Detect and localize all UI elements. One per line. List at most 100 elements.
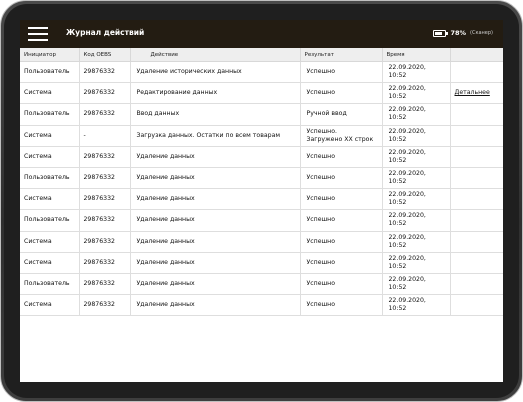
cell-result: Успешно. Загружено XX строк <box>300 125 383 147</box>
cell-time: 22.09.2020, 10:52 <box>382 167 451 190</box>
cell-initiator: Система <box>20 125 80 147</box>
column-header-initiator[interactable]: Инициатор <box>20 48 80 62</box>
cell-action: Удаление данных <box>130 273 301 296</box>
cell-extra <box>450 61 503 84</box>
cell-initiator: Система <box>20 231 80 253</box>
cell-code: - <box>79 125 131 147</box>
hamburger-menu-icon[interactable] <box>28 25 48 43</box>
table-header-row: Инициатор Код OEBS Действие Результат Вр… <box>20 48 503 62</box>
battery-percent: 78% <box>450 29 466 37</box>
cell-code: 29876332 <box>79 209 131 232</box>
cell-action: Загрузка данных. Остатки по всем товарам <box>130 125 301 147</box>
cell-result: Успешно <box>300 146 383 168</box>
cell-initiator: Система <box>20 252 80 274</box>
cell-initiator: Пользователь <box>20 209 80 232</box>
cell-time: 22.09.2020, 10:52 <box>382 273 451 296</box>
cell-extra <box>450 146 503 168</box>
column-header-action[interactable]: Действие <box>130 48 301 62</box>
cell-action: Ввод данных <box>130 103 301 126</box>
cell-action: Удаление данных <box>130 146 301 168</box>
cell-action: Удаление данных <box>130 231 301 253</box>
cell-result: Успешно <box>300 209 383 232</box>
cell-extra <box>450 188 503 211</box>
result-detail-line: Загружено XX строк <box>306 135 374 143</box>
table-row[interactable]: Пользователь 29876332 Удаление данных Успеш… <box>20 273 503 296</box>
cell-extra: Детальнее <box>450 82 503 105</box>
cell-extra <box>450 209 503 232</box>
cell-initiator: Система <box>20 82 80 105</box>
cell-action: Удаление исторических данных <box>130 61 301 84</box>
column-header-time[interactable]: Время <box>382 48 451 62</box>
cell-result: Успешно <box>300 82 383 105</box>
cell-result: Успешно <box>300 61 383 84</box>
cell-code: 29876332 <box>79 167 131 190</box>
actions-log-table: Инициатор Код OEBS Действие Результат Вр… <box>20 48 503 317</box>
cell-time: 22.09.2020, 10:52 <box>382 209 451 232</box>
page-title: Журнал действий <box>66 28 145 37</box>
cell-time: 22.09.2020, 10:52 <box>382 103 451 126</box>
table-row[interactable]: Система 29876332 Удаление данных Успешно 22.… <box>20 252 503 274</box>
table-row[interactable]: Система 29876332 Удаление данных Успешно 22.… <box>20 294 503 317</box>
cell-initiator: Пользователь <box>20 167 80 190</box>
cell-initiator: Пользователь <box>20 61 80 84</box>
cell-time: 22.09.2020, 10:52 <box>382 146 451 168</box>
app-screen: Журнал действий 78% (Сканер) Инициатор К… <box>20 20 503 382</box>
cell-extra <box>450 252 503 274</box>
cell-extra <box>450 167 503 190</box>
column-header-code[interactable]: Код OEBS <box>79 48 131 62</box>
cell-time: 22.09.2020, 10:52 <box>382 294 451 317</box>
cell-action: Удаление данных <box>130 188 301 211</box>
cell-time: 22.09.2020, 10:52 <box>382 231 451 253</box>
cell-initiator: Система <box>20 294 80 317</box>
cell-extra <box>450 125 503 147</box>
table-row[interactable]: Система - Загрузка данных. Остатки по всем… <box>20 125 503 147</box>
cell-code: 29876332 <box>79 273 131 296</box>
cell-initiator: Система <box>20 146 80 168</box>
cell-time: 22.09.2020, 10:52 <box>382 252 451 274</box>
table-row[interactable]: Система 29876332 Удаление данных Успешно 22.… <box>20 231 503 253</box>
cell-initiator: Пользователь <box>20 103 80 126</box>
table-row[interactable]: Система 29876332 Редактирование данных Успе… <box>20 82 503 105</box>
cell-result: Ручной ввод <box>300 103 383 126</box>
cell-result: Успешно <box>300 231 383 253</box>
battery-note: (Сканер) <box>470 30 493 36</box>
cell-time: 22.09.2020, 10:52 <box>382 61 451 84</box>
details-link[interactable]: Детальнее <box>455 89 490 96</box>
cell-result: Успешно <box>300 273 383 296</box>
cell-extra <box>450 231 503 253</box>
cell-code: 29876332 <box>79 103 131 126</box>
cell-extra <box>450 103 503 126</box>
table-row[interactable]: Система 29876332 Удаление данных Успешно 22.… <box>20 146 503 168</box>
cell-initiator: Система <box>20 188 80 211</box>
table-row[interactable]: Пользователь 29876332 Удаление исторически… <box>20 61 503 84</box>
battery-icon <box>433 29 449 37</box>
top-bar: Журнал действий 78% (Сканер) <box>20 20 503 48</box>
cell-result: Успешно <box>300 167 383 190</box>
cell-action: Удаление данных <box>130 209 301 232</box>
column-header-result[interactable]: Результат <box>300 48 383 62</box>
table-row[interactable]: Система 29876332 Удаление данных Успешно 22.… <box>20 188 503 211</box>
cell-action: Редактирование данных <box>130 82 301 105</box>
cell-result: Успешно <box>300 294 383 317</box>
cell-time: 22.09.2020, 10:52 <box>382 82 451 105</box>
cell-time: 22.09.2020, 10:52 <box>382 125 451 147</box>
table-row[interactable]: Пользователь 29876332 Удаление данных Успеш… <box>20 167 503 190</box>
cell-action: Удаление данных <box>130 167 301 190</box>
cell-initiator: Пользователь <box>20 273 80 296</box>
cell-code: 29876332 <box>79 231 131 253</box>
cell-action: Удаление данных <box>130 294 301 317</box>
result-line: Успешно. <box>306 127 337 135</box>
cell-code: 29876332 <box>79 61 131 84</box>
cell-code: 29876332 <box>79 82 131 105</box>
cell-code: 29876332 <box>79 188 131 211</box>
table-row[interactable]: Пользователь 29876332 Ввод данных Ручной вв… <box>20 103 503 126</box>
cell-time: 22.09.2020, 10:52 <box>382 188 451 211</box>
table-row[interactable]: Пользователь 29876332 Удаление данных Успеш… <box>20 209 503 232</box>
cell-code: 29876332 <box>79 252 131 274</box>
cell-action: Удаление данных <box>130 252 301 274</box>
cell-result: Успешно <box>300 252 383 274</box>
column-header-extra <box>450 48 503 62</box>
battery-status: 78% (Сканер) <box>433 29 493 37</box>
cell-extra <box>450 294 503 317</box>
cell-extra <box>450 273 503 296</box>
